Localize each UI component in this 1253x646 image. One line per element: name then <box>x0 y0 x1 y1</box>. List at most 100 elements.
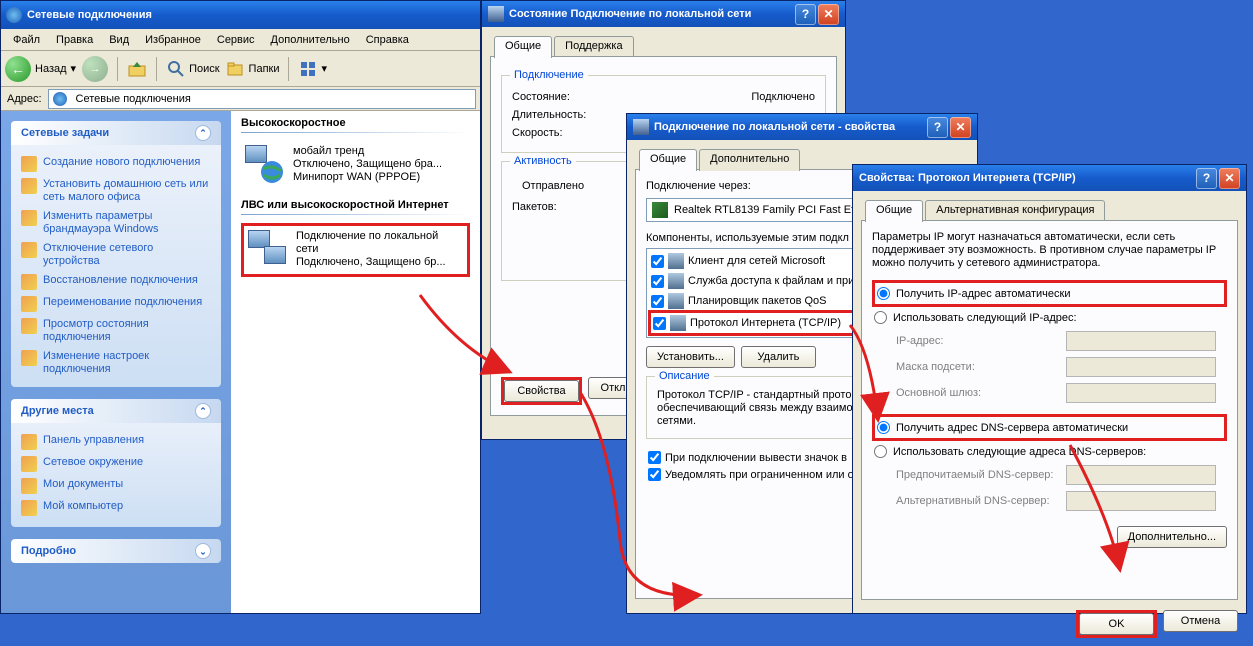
back-label: Назад <box>35 63 67 75</box>
task-link[interactable]: Создание нового подключения <box>21 153 211 175</box>
connection-name: мобайл тренд <box>293 145 442 158</box>
place-link[interactable]: Сетевое окружение <box>21 453 211 475</box>
place-link[interactable]: Мои документы <box>21 475 211 497</box>
task-icon <box>21 156 37 172</box>
radio-ip-auto-label: Получить IP-адрес автоматически <box>896 288 1070 300</box>
connection-item-lan[interactable]: Подключение по локальной сети Подключено… <box>241 223 470 277</box>
task-link[interactable]: Переименование подключения <box>21 293 211 315</box>
tab-alt-config[interactable]: Альтернативная конфигурация <box>925 200 1105 222</box>
connection-device: Минипорт WAN (PPPOE) <box>293 171 442 184</box>
help-button[interactable]: ? <box>1196 168 1217 189</box>
tcpip-dialog-title: Свойства: Протокол Интернета (TCP/IP) <box>859 172 1076 184</box>
tab-advanced[interactable]: Дополнительно <box>699 149 800 171</box>
menu-tools[interactable]: Сервис <box>209 32 263 48</box>
cancel-button[interactable]: Отмена <box>1163 610 1238 632</box>
component-checkbox[interactable] <box>651 295 664 308</box>
menu-advanced[interactable]: Дополнительно <box>263 32 358 48</box>
help-button[interactable]: ? <box>795 4 816 25</box>
task-link[interactable]: Восстановление подключения <box>21 271 211 293</box>
radio-dns-auto[interactable]: Получить адрес DNS-сервера автоматически <box>872 414 1227 441</box>
task-icon <box>21 350 37 366</box>
nic-icon <box>652 202 668 218</box>
menu-favorites[interactable]: Избранное <box>137 32 209 48</box>
dropdown-icon: ▾ <box>71 62 77 75</box>
radio-ip-auto[interactable]: Получить IP-адрес автоматически <box>872 280 1227 307</box>
gateway-field <box>1066 383 1216 403</box>
radio-ip-manual-label: Использовать следующий IP-адрес: <box>893 312 1077 324</box>
group-description-label: Описание <box>655 370 714 382</box>
address-field[interactable]: Сетевые подключения <box>48 89 476 109</box>
group-connection-label: Подключение <box>510 69 588 81</box>
task-icon <box>21 274 37 290</box>
close-button[interactable]: ✕ <box>818 4 839 25</box>
radio-dns-auto-input[interactable] <box>877 421 890 434</box>
radio-dns-manual-input[interactable] <box>874 445 887 458</box>
tab-support[interactable]: Поддержка <box>554 36 633 58</box>
packets-key: Пакетов: <box>512 201 632 213</box>
forward-button[interactable]: → <box>82 56 108 82</box>
properties-button[interactable]: Свойства <box>504 380 579 402</box>
tray-icon-label: При подключении вывести значок в <box>665 452 847 464</box>
install-button[interactable]: Установить... <box>646 346 735 368</box>
tasks-header[interactable]: Сетевые задачи ⌃ <box>11 121 221 145</box>
help-button[interactable]: ? <box>927 117 948 138</box>
menu-help[interactable]: Справка <box>358 32 417 48</box>
tasks-panel: Сетевые задачи ⌃ Создание нового подключ… <box>11 121 221 387</box>
main-pane: Высокоскоростное мобайл тренд Отключено,… <box>231 111 480 613</box>
task-label: Изменение настроек подключения <box>43 350 211 376</box>
category-label: Высокоскоростное <box>231 111 480 132</box>
collapse-icon: ⌃ <box>195 125 211 141</box>
warn-checkbox[interactable] <box>648 468 661 481</box>
views-button[interactable]: ▾ <box>298 59 327 79</box>
close-button[interactable]: ✕ <box>1219 168 1240 189</box>
tab-general[interactable]: Общие <box>494 36 552 58</box>
task-link[interactable]: Отключение сетевого устройства <box>21 239 211 271</box>
task-icon <box>21 296 37 312</box>
collapse-icon: ⌃ <box>195 403 211 419</box>
place-icon <box>21 478 37 494</box>
radio-ip-manual-input[interactable] <box>874 311 887 324</box>
radio-dns-manual[interactable]: Использовать следующие адреса DNS-сервер… <box>872 441 1227 462</box>
menu-view[interactable]: Вид <box>101 32 137 48</box>
component-checkbox[interactable] <box>651 255 664 268</box>
search-button[interactable]: Поиск <box>166 59 219 79</box>
place-link[interactable]: Панель управления <box>21 431 211 453</box>
connection-icon <box>248 230 288 270</box>
component-checkbox[interactable] <box>651 275 664 288</box>
places-header[interactable]: Другие места ⌃ <box>11 399 221 423</box>
tab-general[interactable]: Общие <box>865 200 923 222</box>
component-label: Служба доступа к файлам и при <box>688 275 854 287</box>
category-divider <box>241 214 470 215</box>
connection-text: мобайл тренд Отключено, Защищено бра... … <box>293 145 442 184</box>
radio-ip-auto-input[interactable] <box>877 287 890 300</box>
folders-button[interactable]: Папки <box>226 59 280 79</box>
details-header[interactable]: Подробно ⌃ <box>11 539 221 563</box>
menu-edit[interactable]: Правка <box>48 32 101 48</box>
advanced-button[interactable]: Дополнительно... <box>1117 526 1227 548</box>
connection-item-dialup[interactable]: мобайл тренд Отключено, Защищено бра... … <box>241 141 470 189</box>
back-arrow-icon: ← <box>5 56 31 82</box>
close-button[interactable]: ✕ <box>950 117 971 138</box>
task-label: Восстановление подключения <box>43 274 198 287</box>
task-link[interactable]: Изменение настроек подключения <box>21 347 211 379</box>
toolbar: ← Назад ▾ → Поиск Папки ▾ <box>1 51 480 87</box>
component-checkbox[interactable] <box>653 317 666 330</box>
task-link[interactable]: Просмотр состояния подключения <box>21 315 211 347</box>
menu-file[interactable]: Файл <box>5 32 48 48</box>
uninstall-button[interactable]: Удалить <box>741 346 816 368</box>
highlight-box: OK <box>1076 610 1157 638</box>
place-link[interactable]: Мой компьютер <box>21 497 211 519</box>
tray-icon-checkbox[interactable] <box>648 451 661 464</box>
task-label: Просмотр состояния подключения <box>43 318 211 344</box>
tab-general[interactable]: Общие <box>639 149 697 171</box>
up-button[interactable] <box>127 59 147 79</box>
folders-label: Папки <box>249 63 280 75</box>
radio-dns-auto-label: Получить адрес DNS-сервера автоматически <box>896 422 1128 434</box>
task-link[interactable]: Установить домашнюю сеть или сеть малого… <box>21 175 211 207</box>
sent-label: Отправлено <box>522 180 584 192</box>
radio-dns-manual-label: Использовать следующие адреса DNS-сервер… <box>893 446 1146 458</box>
back-button[interactable]: ← Назад ▾ <box>5 56 76 82</box>
task-link[interactable]: Изменить параметры брандмауэра Windows <box>21 207 211 239</box>
ok-button[interactable]: OK <box>1079 613 1154 635</box>
radio-ip-manual[interactable]: Использовать следующий IP-адрес: <box>872 307 1227 328</box>
